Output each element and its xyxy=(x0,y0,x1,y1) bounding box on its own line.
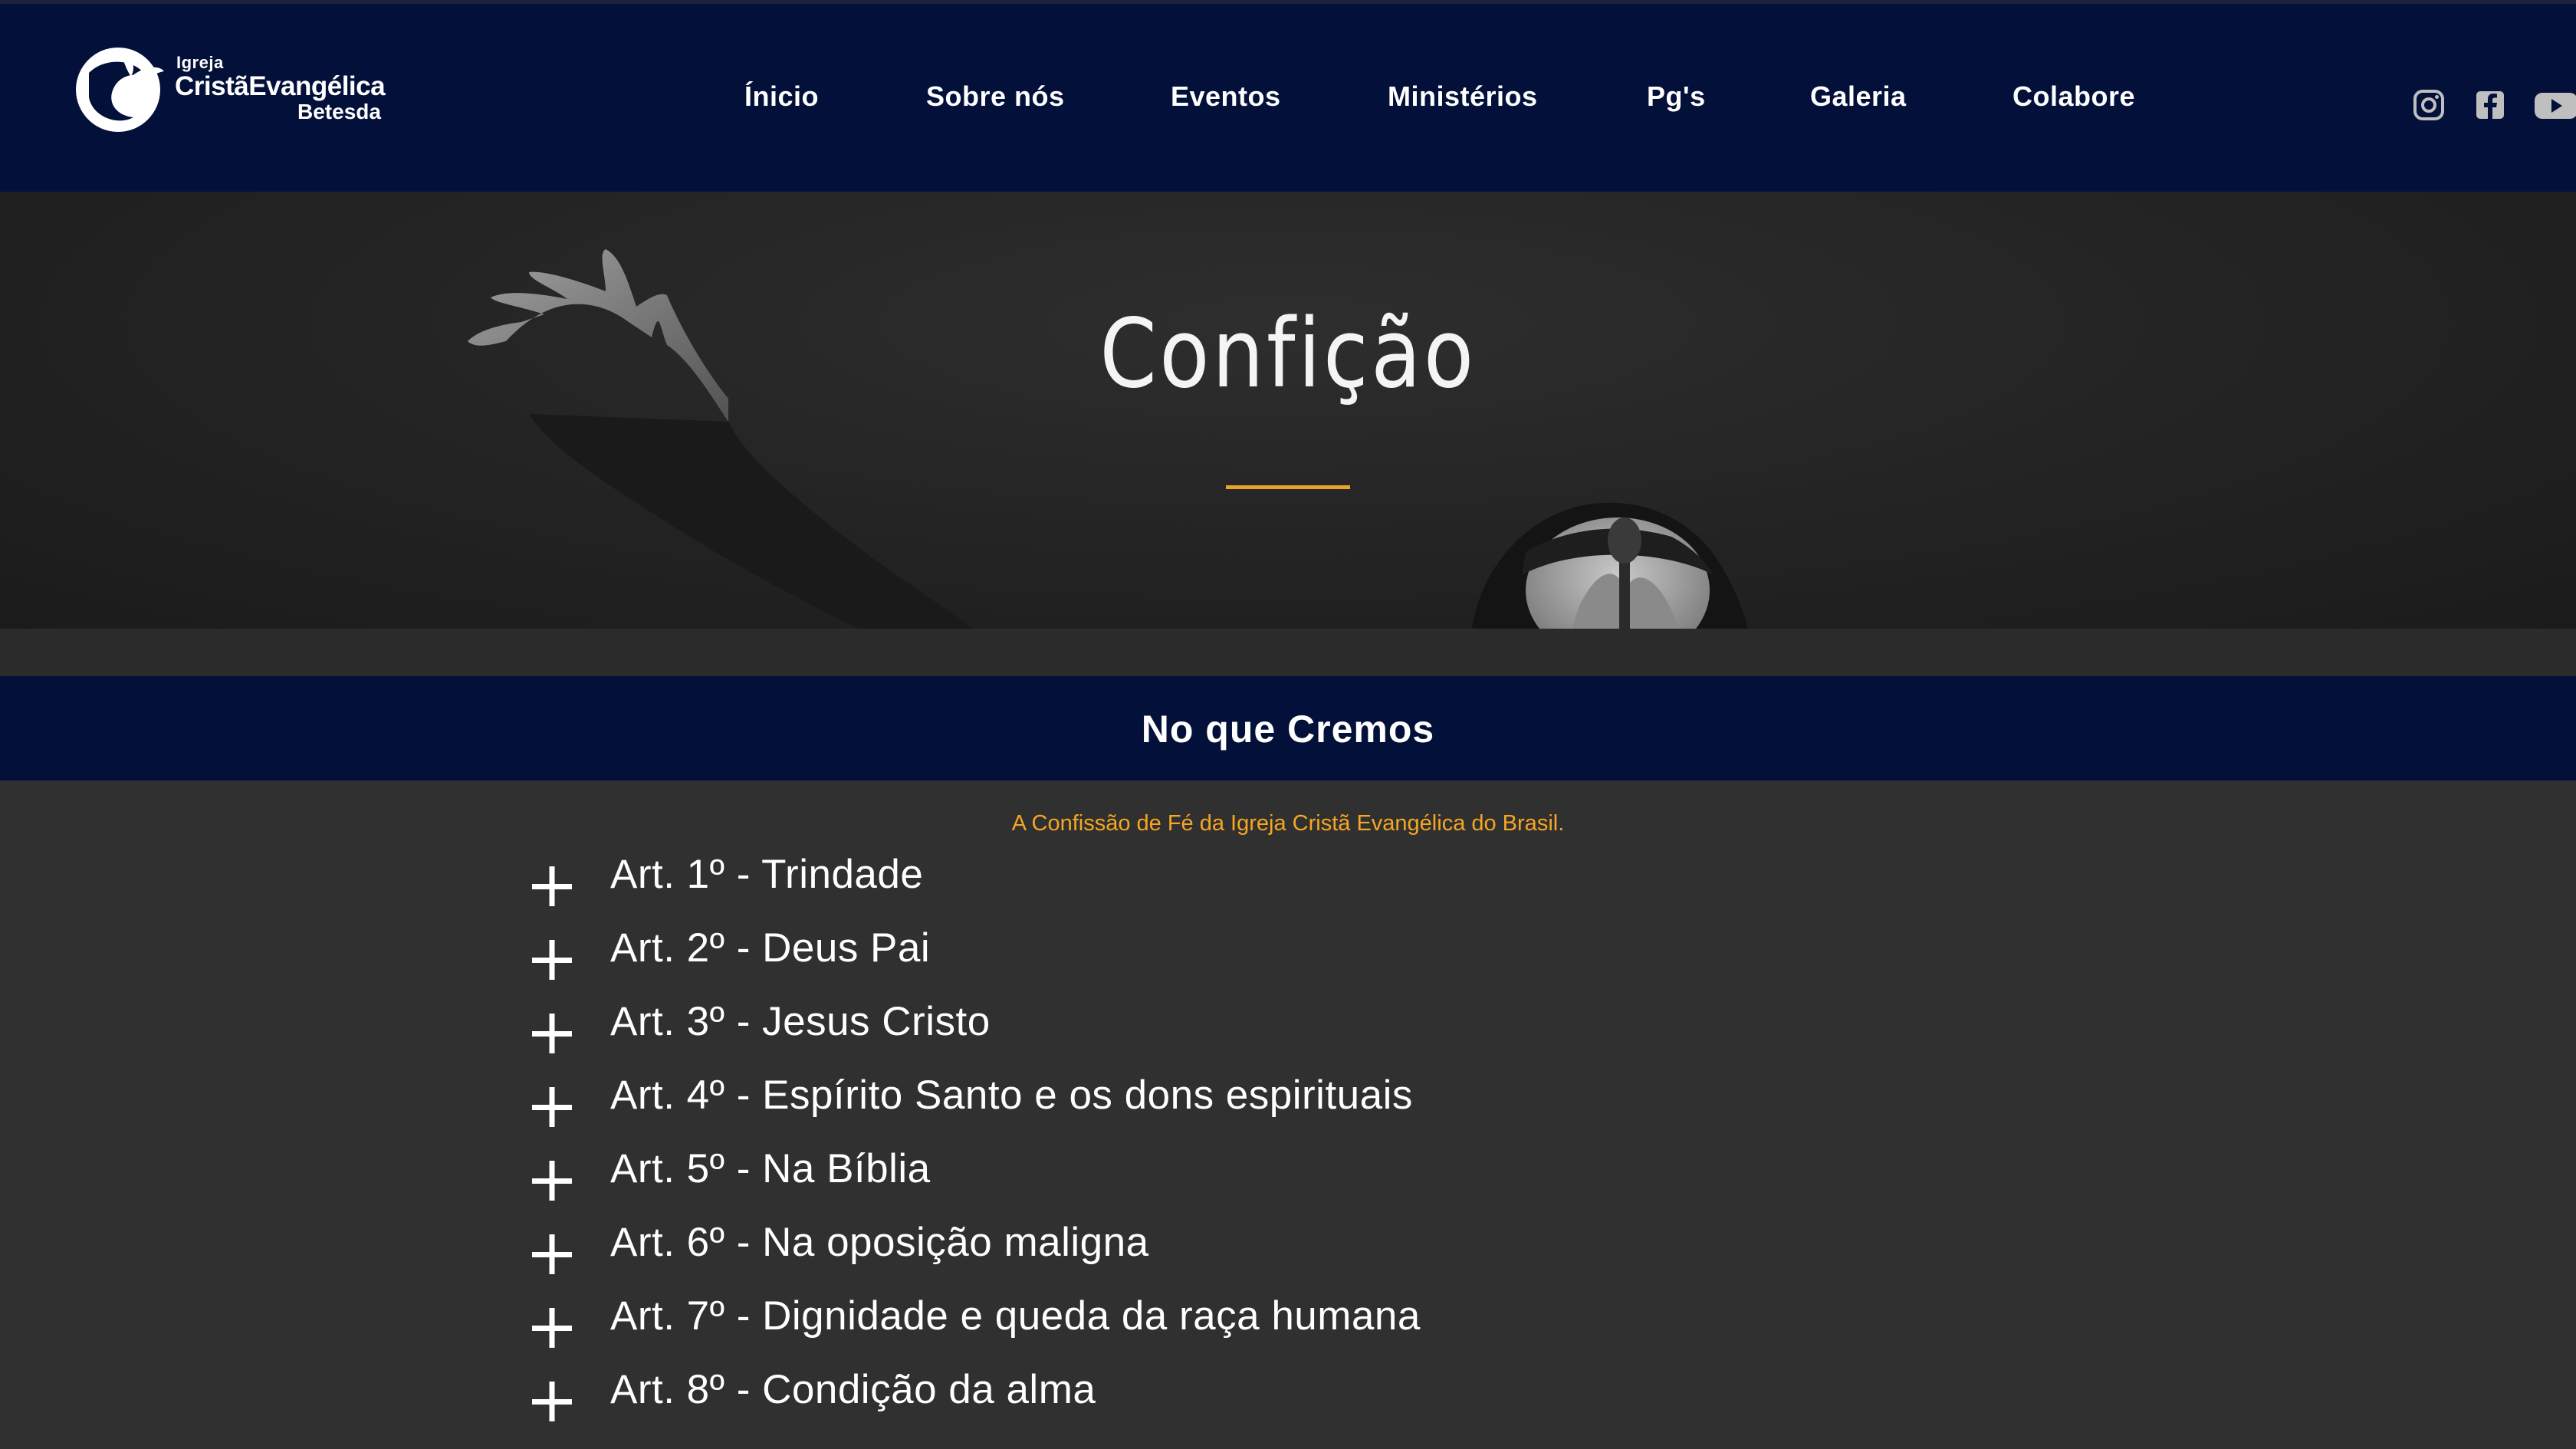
section-spacer xyxy=(0,629,2576,676)
accordion-section: A Confissão de Fé da Igreja Cristã Evang… xyxy=(0,780,2576,1449)
accordion-item-label: Art. 6º - Na oposição maligna xyxy=(610,1220,1149,1265)
nav-item-inicio[interactable]: Ínicio xyxy=(744,80,819,113)
title-divider xyxy=(1226,485,1350,489)
accordion-item-label: Art. 7º - Dignidade e queda da raça huma… xyxy=(610,1293,1421,1339)
plus-icon xyxy=(532,1234,572,1274)
plus-icon xyxy=(532,866,572,906)
section-title: No que Cremos xyxy=(1141,708,1435,751)
nav-item-ministerios[interactable]: Ministérios xyxy=(1388,80,1538,113)
accordion-item-label: Art. 1º - Trindade xyxy=(610,852,924,897)
section-header: No que Cremos xyxy=(0,676,2576,780)
nav-item-sobre-nos[interactable]: Sobre nós xyxy=(926,80,1065,113)
site-header: Igreja CristãEvangélica Betesda Ínicio S… xyxy=(0,0,2576,192)
plus-icon xyxy=(532,1308,572,1348)
section-subtitle: A Confissão de Fé da Igreja Cristã Evang… xyxy=(1011,811,1565,836)
main-nav: Ínicio Sobre nós Eventos Ministérios Pg'… xyxy=(0,80,2576,119)
plus-icon xyxy=(532,940,572,980)
logo-line-1: Igreja xyxy=(176,53,224,72)
facebook-icon[interactable] xyxy=(2472,87,2509,123)
accordion-item-label: Art. 3º - Jesus Cristo xyxy=(610,999,991,1044)
instagram-icon[interactable] xyxy=(2410,87,2447,123)
accordion-item-label: Art. 5º - Na Bíblia xyxy=(610,1146,931,1191)
plus-icon xyxy=(532,1382,572,1421)
page-title: Confição xyxy=(1099,299,1477,409)
plus-icon xyxy=(532,1161,572,1201)
plus-icon xyxy=(532,1087,572,1127)
nav-item-pgs[interactable]: Pg's xyxy=(1647,80,1706,113)
nav-item-colabore[interactable]: Colabore xyxy=(2013,80,2135,113)
plus-icon xyxy=(532,1014,572,1053)
accordion-item-label: Art. 8º - Condição da alma xyxy=(610,1367,1096,1412)
nav-item-galeria[interactable]: Galeria xyxy=(1810,80,1907,113)
accordion-item-label: Art. 4º - Espírito Santo e os dons espir… xyxy=(610,1073,1413,1118)
accordion-item-label: Art. 2º - Deus Pai xyxy=(610,925,931,971)
youtube-icon[interactable] xyxy=(2533,87,2576,123)
hero-banner: Confição xyxy=(0,192,2576,629)
nav-item-eventos[interactable]: Eventos xyxy=(1171,80,1281,113)
worship-photo xyxy=(468,249,1748,629)
